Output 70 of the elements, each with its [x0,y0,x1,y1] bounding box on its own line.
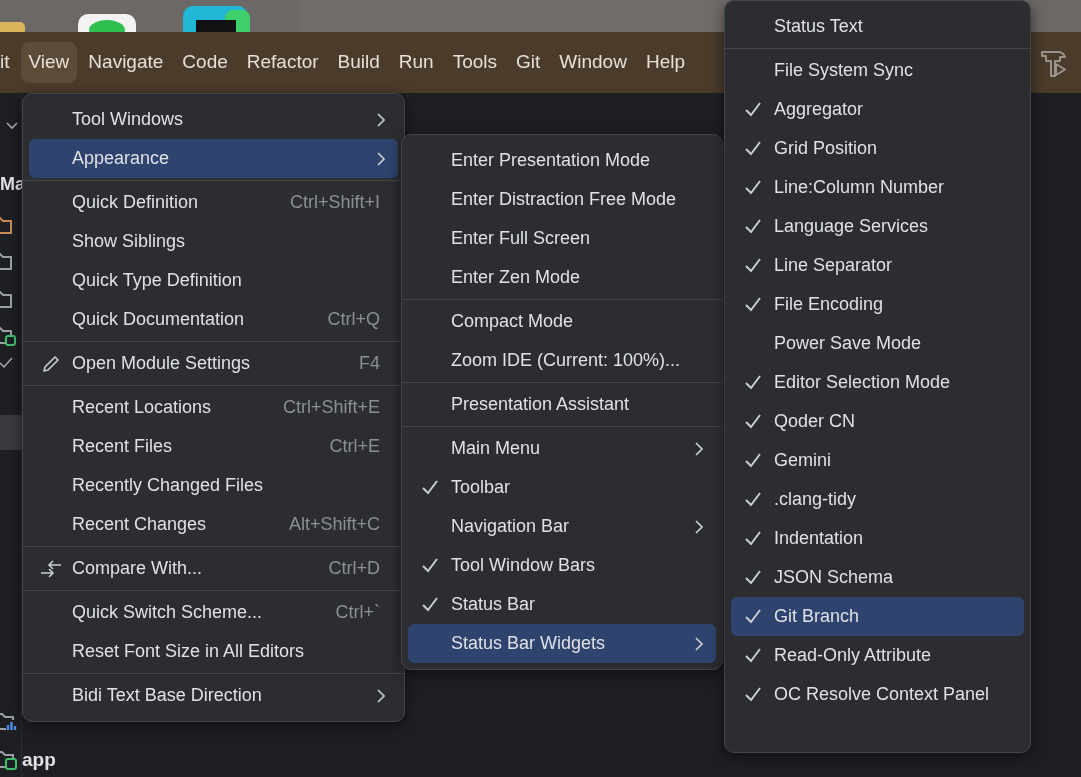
menu-item[interactable]: Navigation Bar [408,507,716,546]
check-icon [0,357,14,369]
menu-item[interactable]: Quick Switch Scheme... Ctrl+` [29,593,398,632]
menu-item[interactable]: Presentation Assistant [408,385,716,424]
menu-item[interactable]: Git Branch [731,597,1024,636]
menu-item[interactable]: Editor Selection Mode [731,363,1024,402]
menu-item[interactable]: Tool Window Bars [408,546,716,585]
menu-item[interactable]: Indentation [731,519,1024,558]
menu-item[interactable]: Status Bar Widgets [408,624,716,663]
menu-item[interactable]: Main Menu [408,429,716,468]
menu-item[interactable]: Line:Column Number [731,168,1024,207]
menu-bar-item[interactable]: Run [390,42,442,83]
menu-item[interactable]: JSON Schema [731,558,1024,597]
menu-item[interactable]: Gemini [731,441,1024,480]
menu-item[interactable]: Enter Distraction Free Mode [408,180,716,219]
menu-bar-item[interactable]: Navigate [80,42,172,83]
menu-item[interactable]: Recently Changed Files [29,466,398,505]
menu-bar-item[interactable]: Help [637,42,693,83]
menu-item[interactable]: Appearance [29,139,398,178]
shortcut-text: Ctrl+` [335,601,380,624]
menu-bar-item[interactable]: it [0,42,18,83]
menu-item[interactable]: .clang-tidy [731,480,1024,519]
menu-item[interactable]: Show Siblings [29,222,398,261]
menu-item[interactable]: Quick Type Definition [29,261,398,300]
menu-item[interactable]: Enter Full Screen [408,219,716,258]
menu-item[interactable]: OC Resolve Context Panel [731,675,1024,714]
menu-bar-item[interactable]: Code [174,42,236,83]
menu-item[interactable]: Tool Windows [29,100,398,139]
shortcut-text: F4 [359,352,380,375]
chevron-down-icon [5,121,19,131]
menu-item[interactable]: Enter Presentation Mode [408,141,716,180]
menu-item[interactable]: Status Bar [408,585,716,624]
menu-item[interactable]: Quick Definition Ctrl+Shift+I [29,183,398,222]
menu-item[interactable]: Recent Files Ctrl+E [29,427,398,466]
menu-item[interactable]: Power Save Mode [731,324,1024,363]
tree-item[interactable]: app [22,746,56,775]
menu-item[interactable]: Qoder CN [731,402,1024,441]
menu-item[interactable]: Grid Position [731,129,1024,168]
menu-item[interactable]: Recent Changes Alt+Shift+C [29,505,398,544]
menu-bar-item[interactable]: Tools [444,42,506,83]
shortcut-text: Ctrl+D [328,557,380,580]
menu-bar-item[interactable]: View [20,42,78,83]
menu-item[interactable]: Status Text [731,7,1024,46]
menu-item[interactable]: File System Sync [731,51,1024,90]
menu-item[interactable]: Zoom IDE (Current: 100%)... [408,341,716,380]
menu-item[interactable]: Line Separator [731,246,1024,285]
menu-item[interactable]: Compare With... Ctrl+D [29,549,398,588]
compare-arrows-icon [38,558,63,579]
menu-item[interactable]: Quick Documentation Ctrl+Q [29,300,398,339]
menu-item[interactable]: Compact Mode [408,302,716,341]
menu-bar-item[interactable]: Window [551,42,635,83]
menu-bar-item[interactable]: Git [508,42,549,83]
menu-bar-item[interactable]: Refactor [238,42,327,83]
menu-bar-item[interactable]: Build [329,42,388,83]
menu-item[interactable]: Enter Zen Mode [408,258,716,297]
shortcut-text: Ctrl+Q [327,308,380,331]
shortcut-text: Alt+Shift+C [288,513,380,536]
menu-item[interactable]: File Encoding [731,285,1024,324]
menu-item[interactable]: Language Services [731,207,1024,246]
menu-item[interactable]: Bidi Text Base Direction [29,676,398,715]
menu-item[interactable]: Read-Only Attribute [731,636,1024,675]
menu-item[interactable]: Aggregator [731,90,1024,129]
menu-item[interactable]: Reset Font Size in All Editors [29,632,398,671]
shortcut-text: Ctrl+Shift+I [289,191,380,214]
menu-item[interactable]: Recent Locations Ctrl+Shift+E [29,388,398,427]
shortcut-text: Ctrl+Shift+E [282,396,380,419]
menu-item[interactable]: Open Module Settings F4 [29,344,398,383]
pencil-icon [40,353,61,374]
shortcut-text: Ctrl+E [329,435,380,458]
menu-item[interactable]: Toolbar [408,468,716,507]
